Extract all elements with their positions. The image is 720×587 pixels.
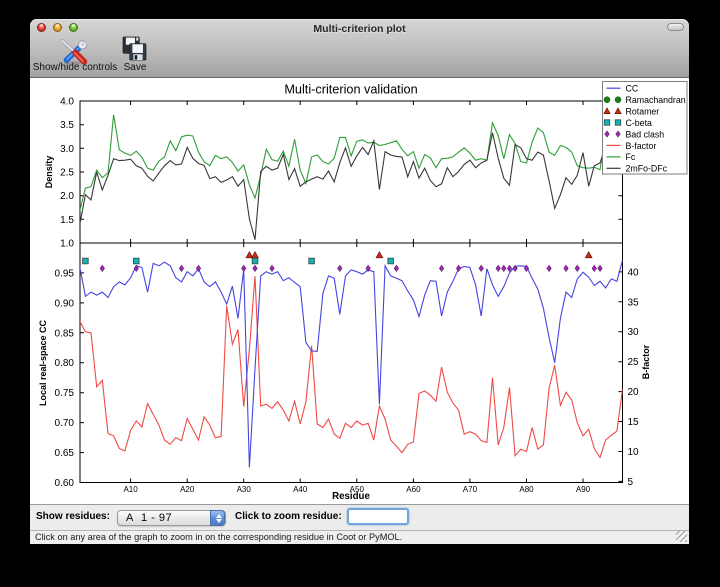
svg-text:0.85: 0.85 [55, 328, 75, 339]
svg-text:25: 25 [628, 357, 640, 368]
svg-text:Density: Density [44, 156, 54, 189]
svg-text:A20: A20 [180, 485, 195, 494]
svg-text:Local real-space CC: Local real-space CC [38, 319, 48, 406]
svg-text:Ramachandran: Ramachandran [626, 95, 686, 105]
svg-text:0.65: 0.65 [55, 448, 75, 459]
svg-text:40: 40 [628, 267, 640, 278]
svg-text:1.5: 1.5 [60, 215, 74, 226]
svg-text:0.60: 0.60 [55, 478, 75, 489]
svg-text:4.0: 4.0 [60, 97, 74, 108]
svg-text:10: 10 [628, 447, 640, 458]
svg-text:A60: A60 [406, 485, 421, 494]
svg-text:Bad clash: Bad clash [626, 129, 665, 139]
svg-text:B-factor: B-factor [641, 344, 651, 379]
svg-text:0.75: 0.75 [55, 388, 75, 399]
svg-text:A90: A90 [576, 485, 591, 494]
svg-text:2.0: 2.0 [60, 191, 74, 202]
svg-text:5: 5 [628, 477, 634, 488]
svg-text:0.90: 0.90 [55, 298, 75, 309]
svg-text:A10: A10 [123, 485, 138, 494]
svg-text:Residue: Residue [332, 491, 370, 502]
svg-text:0.70: 0.70 [55, 418, 75, 429]
svg-text:0.95: 0.95 [55, 268, 75, 279]
svg-text:2mFo-DFc: 2mFo-DFc [626, 164, 668, 174]
svg-text:0.80: 0.80 [55, 358, 75, 369]
svg-text:2.5: 2.5 [60, 168, 74, 179]
svg-text:A70: A70 [463, 485, 478, 494]
svg-text:B-factor: B-factor [626, 141, 657, 151]
svg-text:CC: CC [626, 84, 639, 94]
svg-text:A40: A40 [293, 485, 308, 494]
svg-text:3.5: 3.5 [60, 120, 74, 131]
svg-text:15: 15 [628, 417, 640, 428]
svg-text:Multi-criterion validation: Multi-criterion validation [284, 83, 417, 97]
svg-text:A30: A30 [237, 485, 252, 494]
svg-text:A80: A80 [519, 485, 534, 494]
svg-text:C-beta: C-beta [626, 118, 653, 128]
svg-text:Fc: Fc [626, 152, 636, 162]
svg-text:3.0: 3.0 [60, 144, 74, 155]
svg-text:35: 35 [628, 297, 640, 308]
svg-text:Rotamer: Rotamer [626, 106, 660, 116]
svg-text:1.0: 1.0 [60, 239, 74, 250]
svg-text:20: 20 [628, 387, 640, 398]
svg-text:30: 30 [628, 327, 640, 338]
